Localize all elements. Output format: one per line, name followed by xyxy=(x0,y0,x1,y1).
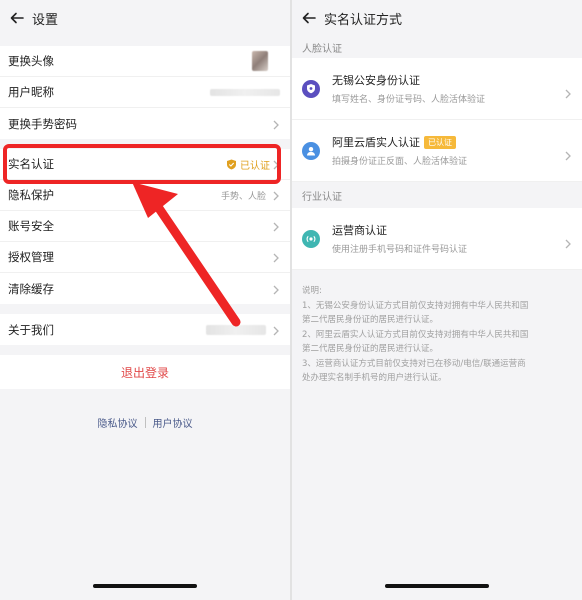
method-description: 使用注册手机号码和证件号码认证 xyxy=(332,245,468,255)
page-title: 实名认证方式 xyxy=(324,12,403,28)
annotation-arrow xyxy=(132,182,241,327)
note-line: 3、运营商认证方式目前仅支持对已在移动/电信/联通运营商 xyxy=(302,358,526,369)
aliyun-face-verification-item[interactable]: 阿里云盾实人认证 已认证 拍摄身份证正反面、人脸活体验证 xyxy=(292,120,582,182)
wuxi-police-verification-item[interactable]: 无锡公安身份认证 填写姓名、身份证号码、人脸活体验证 xyxy=(292,58,582,120)
method-description: 填写姓名、身份证号码、人脸活体验证 xyxy=(332,95,486,105)
person-icon xyxy=(302,141,320,160)
note-line: 第二代居民身份证的居民进行认证。 xyxy=(302,315,439,325)
note-line: 第二代居民身份证的居民进行认证。 xyxy=(302,344,439,354)
carrier-verification-item[interactable]: 运营商认证 使用注册手机号码和证件号码认证 xyxy=(292,208,582,270)
back-arrow-icon[interactable] xyxy=(300,9,318,27)
note-line: 说明: xyxy=(302,286,322,296)
chevron-right-icon xyxy=(564,84,572,98)
method-title: 无锡公安身份认证 xyxy=(332,74,420,87)
method-title: 运营商认证 xyxy=(332,224,387,237)
signal-icon xyxy=(302,229,320,248)
section-header-face: 人脸认证 xyxy=(302,43,342,55)
verified-badge: 已认证 xyxy=(424,135,456,149)
chevron-right-icon xyxy=(564,146,572,160)
note-line: 2、阿里云盾实人认证方式目前仅支持对拥有中华人民共和国 xyxy=(302,329,529,340)
note-line: 1、无锡公安身份认证方式目前仅支持对拥有中华人民共和国 xyxy=(302,300,529,311)
chevron-right-icon xyxy=(564,234,572,248)
home-indicator xyxy=(385,584,489,588)
note-line: 处办理实名制手机号的用户进行认证。 xyxy=(302,373,447,383)
method-title: 阿里云盾实人认证 已认证 xyxy=(332,134,564,150)
method-title-text: 阿里云盾实人认证 xyxy=(332,136,420,149)
shield-icon xyxy=(302,79,320,98)
section-header-industry: 行业认证 xyxy=(302,191,342,203)
verify-nav-bar: 实名认证方式 xyxy=(292,0,582,36)
verification-methods-screen: 实名认证方式 人脸认证 无锡公安身份认证 填写姓名、身份证号码、人脸活体验证 阿… xyxy=(292,0,582,600)
instructions-note: 说明: 1、无锡公安身份认证方式目前仅支持对拥有中华人民共和国 第二代居民身份证… xyxy=(292,270,582,386)
method-description: 拍摄身份证正反面、人脸活体验证 xyxy=(332,157,468,167)
